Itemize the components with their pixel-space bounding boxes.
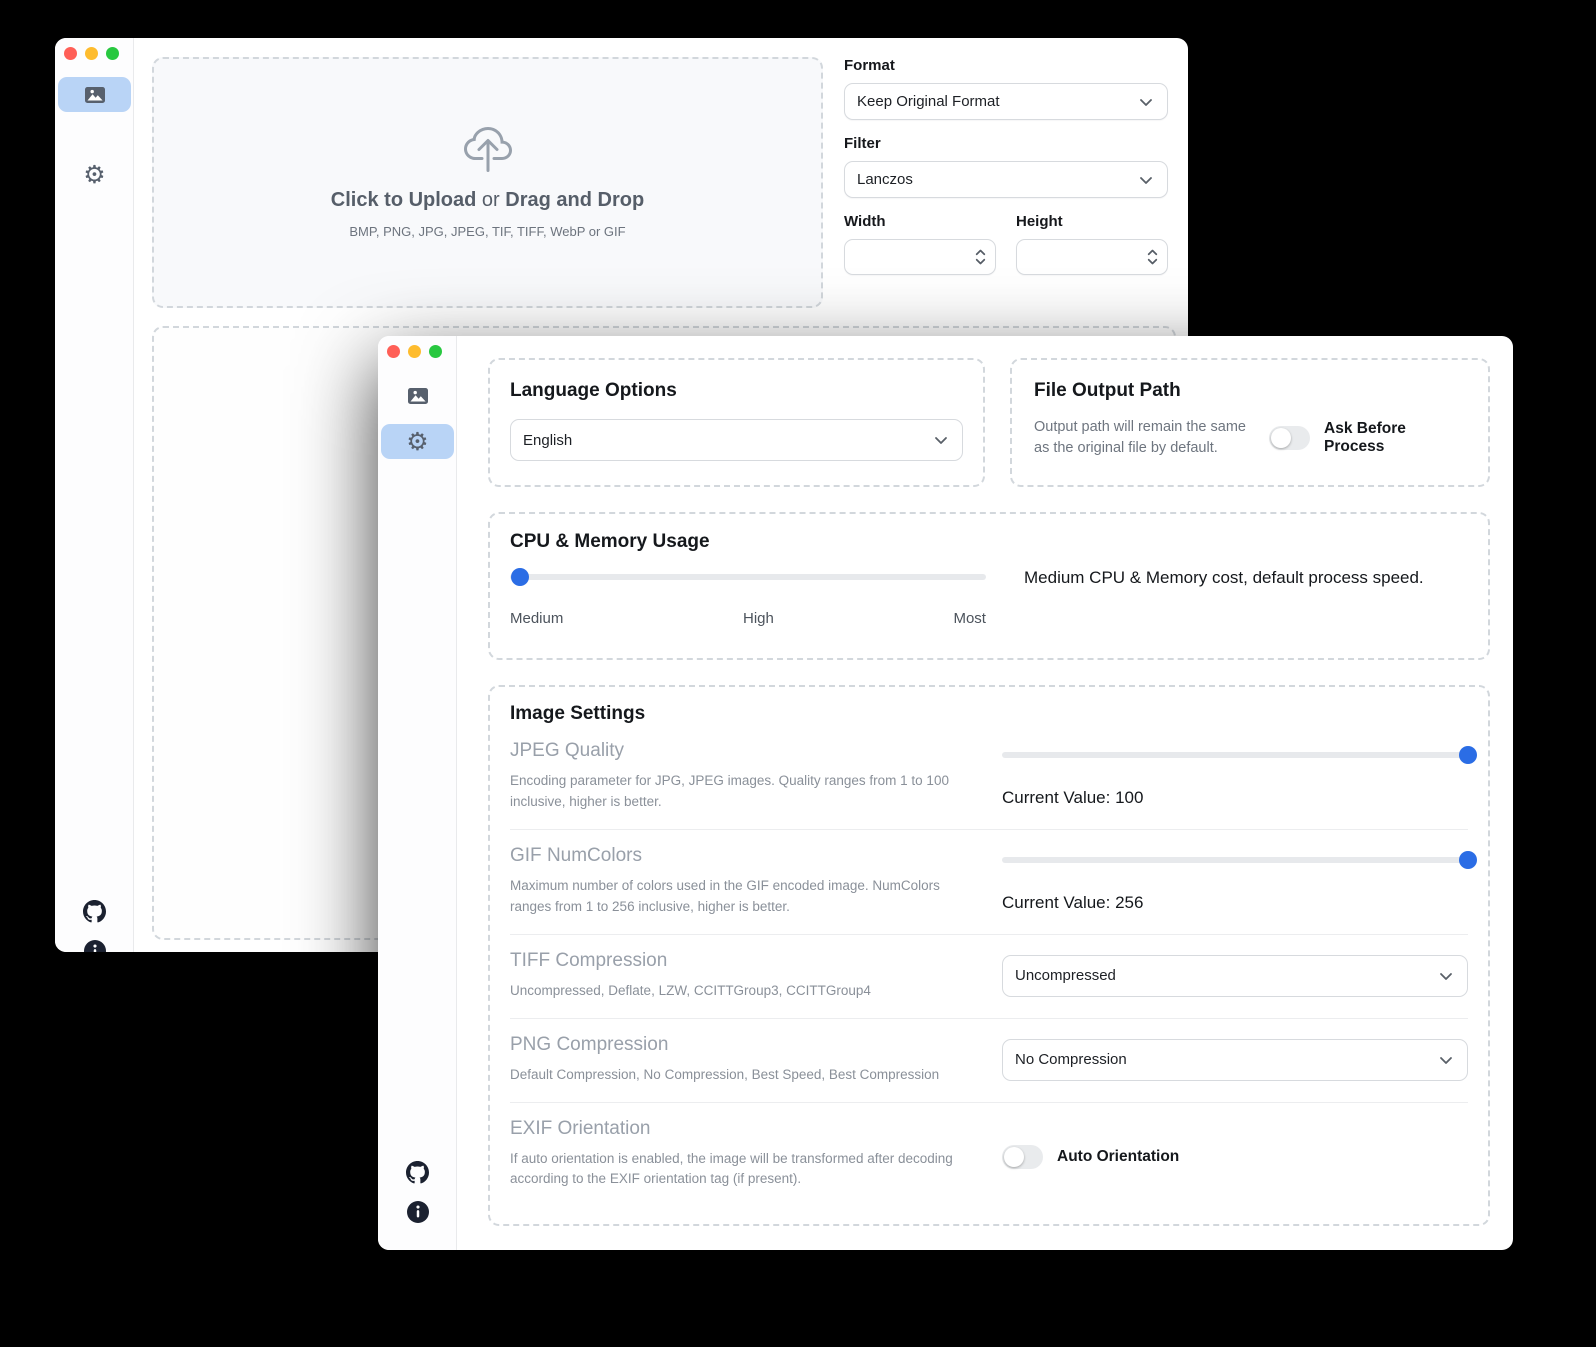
- cpu-slider-ticks: Medium High Most: [510, 610, 986, 627]
- auto-orientation-toggle[interactable]: [1002, 1145, 1043, 1169]
- gif-numcolors-description: Maximum number of colors used in the GIF…: [510, 876, 962, 918]
- height-label: Height: [1016, 213, 1168, 230]
- slider-thumb[interactable]: [511, 568, 529, 586]
- sidebar-item-images[interactable]: [381, 378, 454, 413]
- tiff-compression-description: Uncompressed, Deflate, LZW, CCITTGroup3,…: [510, 981, 962, 1002]
- settings-content: Language Options English File Output Pat…: [457, 336, 1513, 1250]
- zoom-button[interactable]: [429, 345, 442, 358]
- filter-label: Filter: [844, 135, 1168, 152]
- image-icon: [84, 84, 106, 106]
- jpeg-quality-slider[interactable]: [1002, 746, 1468, 764]
- language-options-title: Language Options: [510, 380, 963, 402]
- filter-select[interactable]: Lanczos: [844, 161, 1168, 198]
- minimize-button[interactable]: [85, 47, 98, 60]
- about-button[interactable]: [378, 1201, 457, 1223]
- settings-window: ⚙ Language Options Engli: [378, 336, 1513, 1250]
- width-input[interactable]: [844, 239, 996, 275]
- gear-icon: ⚙: [83, 162, 105, 187]
- image-settings-section: Image Settings JPEG Quality Encoding par…: [488, 685, 1490, 1226]
- close-button[interactable]: [387, 345, 400, 358]
- format-label: Format: [844, 57, 1168, 74]
- info-icon: [407, 1201, 429, 1223]
- jpeg-quality-current-value: Current Value: 100: [1002, 788, 1468, 808]
- jpeg-quality-row: JPEG Quality Encoding parameter for JPG,…: [510, 725, 1468, 830]
- slider-thumb[interactable]: [1459, 746, 1477, 764]
- cpu-status-text: Medium CPU & Memory cost, default proces…: [1024, 553, 1468, 627]
- tiff-compression-select[interactable]: Uncompressed: [1002, 955, 1468, 997]
- jpeg-quality-description: Encoding parameter for JPG, JPEG images.…: [510, 771, 962, 813]
- png-compression-row: PNG Compression Default Compression, No …: [510, 1019, 1468, 1103]
- chevron-down-icon: [932, 431, 950, 449]
- window-controls: [387, 345, 442, 358]
- github-link[interactable]: [55, 900, 134, 923]
- github-icon: [83, 900, 106, 923]
- window-controls: [64, 47, 119, 60]
- info-icon: [84, 940, 106, 952]
- sidebar: ⚙: [55, 38, 134, 952]
- upload-supported-formats: BMP, PNG, JPG, JPEG, TIF, TIFF, WebP or …: [349, 224, 625, 239]
- tiff-compression-name: TIFF Compression: [510, 950, 962, 972]
- about-button[interactable]: [55, 940, 134, 952]
- chevron-down-icon: [1137, 93, 1155, 111]
- file-output-path-title: File Output Path: [1034, 380, 1466, 402]
- format-select[interactable]: Keep Original Format: [844, 83, 1168, 120]
- close-button[interactable]: [64, 47, 77, 60]
- gif-numcolors-current-value: Current Value: 256: [1002, 893, 1468, 913]
- ask-before-process-label: Ask Before Process: [1324, 420, 1466, 456]
- file-output-path-section: File Output Path Output path will remain…: [1010, 358, 1490, 487]
- conversion-options-panel: Format Keep Original Format Filter Lancz…: [844, 57, 1168, 275]
- ask-before-process-toggle[interactable]: [1269, 426, 1310, 450]
- zoom-button[interactable]: [106, 47, 119, 60]
- height-input[interactable]: [1016, 239, 1168, 275]
- cpu-memory-title: CPU & Memory Usage: [510, 531, 1468, 553]
- github-icon: [406, 1161, 429, 1184]
- exif-orientation-name: EXIF Orientation: [510, 1118, 962, 1140]
- upload-dropzone[interactable]: Click to Upload or Drag and Drop BMP, PN…: [152, 57, 823, 308]
- upload-title: Click to Upload or Drag and Drop: [331, 189, 644, 212]
- gif-numcolors-slider[interactable]: [1002, 851, 1468, 869]
- sidebar-item-settings[interactable]: ⚙: [58, 157, 131, 192]
- cpu-memory-slider[interactable]: [510, 568, 986, 586]
- cloud-upload-icon: [464, 127, 512, 175]
- stepper-up-down-icon[interactable]: [1146, 246, 1159, 268]
- minimize-button[interactable]: [408, 345, 421, 358]
- github-link[interactable]: [378, 1161, 457, 1184]
- exif-orientation-row: EXIF Orientation If auto orientation is …: [510, 1103, 1468, 1207]
- image-icon: [407, 385, 429, 407]
- sidebar: ⚙: [378, 336, 457, 1250]
- tiff-compression-row: TIFF Compression Uncompressed, Deflate, …: [510, 935, 1468, 1019]
- png-compression-description: Default Compression, No Compression, Bes…: [510, 1065, 962, 1086]
- file-output-description: Output path will remain the same as the …: [1034, 417, 1255, 459]
- gear-icon: ⚙: [406, 429, 428, 454]
- chevron-down-icon: [1437, 967, 1455, 985]
- chevron-down-icon: [1437, 1051, 1455, 1069]
- jpeg-quality-name: JPEG Quality: [510, 740, 962, 762]
- auto-orientation-label: Auto Orientation: [1057, 1148, 1179, 1166]
- gif-numcolors-name: GIF NumColors: [510, 845, 962, 867]
- png-compression-select[interactable]: No Compression: [1002, 1039, 1468, 1081]
- gif-numcolors-row: GIF NumColors Maximum number of colors u…: [510, 830, 1468, 935]
- language-options-section: Language Options English: [488, 358, 985, 487]
- language-select[interactable]: English: [510, 419, 963, 461]
- width-label: Width: [844, 213, 996, 230]
- exif-orientation-description: If auto orientation is enabled, the imag…: [510, 1149, 962, 1191]
- image-settings-title: Image Settings: [510, 703, 1468, 725]
- png-compression-name: PNG Compression: [510, 1034, 962, 1056]
- slider-thumb[interactable]: [1459, 851, 1477, 869]
- cpu-memory-section: CPU & Memory Usage Medium High Most: [488, 512, 1490, 660]
- sidebar-item-settings[interactable]: ⚙: [381, 424, 454, 459]
- desktop-background: ⚙ Click to Upload or Drag and Drop: [0, 0, 1596, 1347]
- chevron-down-icon: [1137, 171, 1155, 189]
- stepper-up-down-icon[interactable]: [974, 246, 987, 268]
- sidebar-item-images[interactable]: [58, 77, 131, 112]
